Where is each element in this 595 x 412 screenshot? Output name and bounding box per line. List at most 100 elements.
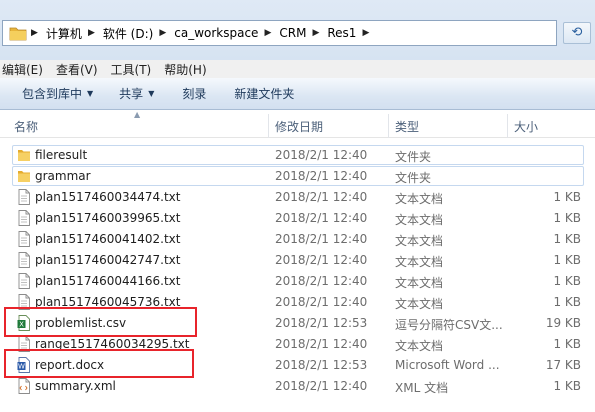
file-type: 文本文档 (395, 213, 444, 227)
file-modified-date: 2018/2/1 12:40 (275, 190, 368, 204)
file-size: 1 KB (553, 211, 581, 225)
dropdown-arrow-icon: ▼ (148, 89, 155, 98)
refresh-button[interactable]: ⟲ (563, 22, 591, 44)
file-row[interactable]: plan1517460041402.txt 2018/2/1 12:40 文本文档 1… (0, 229, 595, 250)
file-name: plan1517460034474.txt (35, 190, 181, 204)
file-row[interactable]: plan1517460044166.txt 2018/2/1 12:40 文本文档 1… (0, 271, 595, 292)
file-row[interactable]: plan1517460034474.txt 2018/2/1 12:40 文本文档 1… (0, 187, 595, 208)
file-row[interactable]: grammar 2018/2/1 12:40 文件夹 (0, 166, 595, 187)
include-in-library-button[interactable]: 包含到库中 ▼ (22, 85, 93, 102)
file-type: 文本文档 (395, 297, 444, 311)
address-bar[interactable]: ▶ 计算机 ▶ 软件 (D:) ▶ ca_workspace ▶ CRM ▶ Res1 ▶ (2, 20, 557, 46)
command-toolbar: 包含到库中 ▼ 共享 ▼ 刻录 新建文件夹 (0, 78, 595, 110)
column-divider[interactable] (388, 114, 389, 138)
file-row[interactable]: plan1517460039965.txt 2018/2/1 12:40 文本文档 1… (0, 208, 595, 229)
file-modified-date: 2018/2/1 12:40 (275, 232, 368, 246)
file-size: 1 KB (553, 274, 581, 288)
file-size: 17 KB (545, 358, 581, 372)
folder-icon (17, 168, 31, 184)
sort-up-icon: ▲ (134, 110, 141, 119)
burn-button[interactable]: 刻录 (182, 85, 206, 102)
chevron-right-icon[interactable]: ▶ (159, 28, 166, 38)
file-modified-date: 2018/2/1 12:40 (275, 337, 368, 351)
breadcrumb-res1[interactable]: Res1 (327, 26, 356, 40)
chevron-right-icon[interactable]: ▶ (88, 28, 95, 38)
file-type: 文本文档 (395, 339, 444, 353)
text-file-icon (17, 189, 31, 205)
file-size: 1 KB (553, 337, 581, 351)
file-size: 1 KB (553, 379, 581, 393)
column-divider[interactable] (507, 114, 508, 138)
breadcrumb-crm[interactable]: CRM (279, 26, 306, 40)
folder-icon (9, 27, 27, 41)
file-modified-date: 2018/2/1 12:40 (275, 148, 368, 162)
file-size: 1 KB (553, 232, 581, 246)
file-type: 文本文档 (395, 234, 444, 248)
file-type: Microsoft Word ... (395, 358, 500, 372)
burn-label: 刻录 (182, 87, 207, 101)
highlight-box-report (4, 349, 194, 378)
folder-icon (17, 147, 31, 163)
share-button[interactable]: 共享 ▼ (119, 85, 154, 102)
file-name: fileresult (35, 148, 88, 162)
address-bar-area: ▶ 计算机 ▶ 软件 (D:) ▶ ca_workspace ▶ CRM ▶ Res1 ▶… (0, 0, 595, 60)
column-divider[interactable] (268, 114, 269, 138)
file-modified-date: 2018/2/1 12:53 (275, 316, 368, 330)
breadcrumb-computer[interactable]: 计算机 (46, 25, 82, 42)
xml-file-icon (17, 378, 31, 394)
file-row[interactable]: fileresult 2018/2/1 12:40 文件夹 (0, 145, 595, 166)
file-modified-date: 2018/2/1 12:40 (275, 169, 368, 183)
file-size: 1 KB (553, 295, 581, 309)
file-name: plan1517460041402.txt (35, 232, 181, 246)
menu-bar: 编辑(E) 查看(V) 工具(T) 帮助(H) (0, 60, 595, 78)
menu-edit[interactable]: 编辑(E) (2, 61, 43, 78)
file-modified-date: 2018/2/1 12:40 (275, 211, 368, 225)
file-type: XML 文档 (395, 381, 449, 395)
share-label: 共享 (119, 87, 144, 101)
file-row[interactable]: summary.xml 2018/2/1 12:40 XML 文档 1 KB (0, 376, 595, 397)
file-modified-date: 2018/2/1 12:53 (275, 358, 368, 372)
chevron-right-icon[interactable]: ▶ (31, 28, 38, 38)
file-name: grammar (35, 169, 91, 183)
column-header-size[interactable]: 大小 (514, 118, 538, 135)
refresh-icon: ⟲ (571, 25, 583, 40)
highlight-box-problemlist (4, 307, 197, 337)
file-name: summary.xml (35, 379, 116, 393)
column-header-date[interactable]: 修改日期 (275, 118, 323, 135)
new-folder-label: 新建文件夹 (234, 87, 295, 101)
column-header-type[interactable]: 类型 (395, 118, 419, 135)
text-file-icon (17, 231, 31, 247)
chevron-right-icon[interactable]: ▶ (362, 28, 369, 38)
file-modified-date: 2018/2/1 12:40 (275, 274, 368, 288)
breadcrumb-workspace[interactable]: ca_workspace (174, 26, 258, 40)
file-type: 文本文档 (395, 192, 444, 206)
text-file-icon (17, 210, 31, 226)
dropdown-arrow-icon: ▼ (87, 89, 94, 98)
file-type: 逗号分隔符CSV文... (395, 318, 503, 332)
menu-tools[interactable]: 工具(T) (111, 61, 152, 78)
chevron-right-icon[interactable]: ▶ (312, 28, 319, 38)
include-in-library-label: 包含到库中 (22, 87, 83, 101)
breadcrumb: 计算机 ▶ 软件 (D:) ▶ ca_workspace ▶ CRM ▶ Res1 ▶ (46, 21, 377, 45)
file-size: 19 KB (545, 316, 581, 330)
column-header-name[interactable]: 名称 (14, 118, 38, 135)
file-type: 文件夹 (395, 150, 432, 164)
new-folder-button[interactable]: 新建文件夹 (234, 85, 294, 102)
menu-view[interactable]: 查看(V) (56, 61, 98, 78)
file-size: 1 KB (553, 190, 581, 204)
column-headers: ▲ 名称 修改日期 类型 大小 (0, 110, 595, 138)
breadcrumb-drive[interactable]: 软件 (D:) (103, 25, 153, 42)
file-modified-date: 2018/2/1 12:40 (275, 295, 368, 309)
file-name: plan1517460042747.txt (35, 253, 181, 267)
file-row[interactable]: plan1517460042747.txt 2018/2/1 12:40 文本文档 1… (0, 250, 595, 271)
file-name: plan1517460039965.txt (35, 211, 181, 225)
file-type: 文本文档 (395, 276, 444, 290)
file-modified-date: 2018/2/1 12:40 (275, 379, 368, 393)
chevron-right-icon[interactable]: ▶ (264, 28, 271, 38)
text-file-icon (17, 252, 31, 268)
menu-help[interactable]: 帮助(H) (164, 61, 206, 78)
file-size: 1 KB (553, 253, 581, 267)
file-type: 文件夹 (395, 171, 432, 185)
text-file-icon (17, 273, 31, 289)
file-name: plan1517460044166.txt (35, 274, 181, 288)
